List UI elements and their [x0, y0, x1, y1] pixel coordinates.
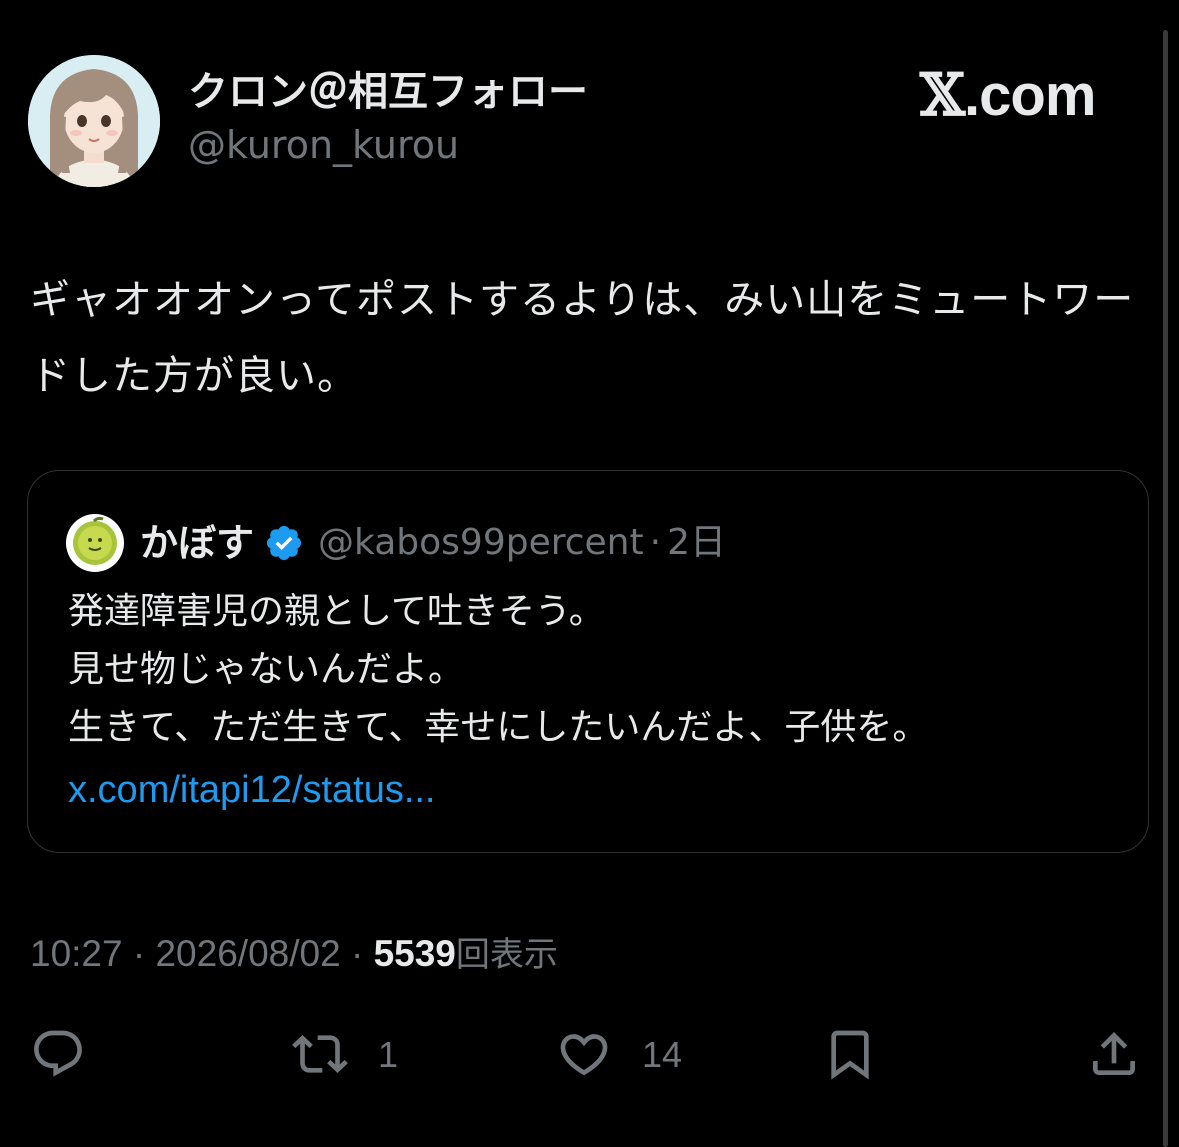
- quote-text: 発達障害児の親として吐きそう。 見せ物じゃないんだよ。 生きて、ただ生きて、幸せ…: [68, 583, 1128, 757]
- quote-author-handle[interactable]: @kabos99percent: [318, 515, 644, 571]
- quote-text-line: 発達障害児の親として吐きそう。: [68, 591, 605, 632]
- brand-logo: 𝕏.com: [920, 60, 1096, 131]
- verified-badge-icon: [266, 525, 302, 561]
- quote-text-line: 見せ物じゃないんだよ。: [68, 649, 465, 690]
- post-text: ギャオオオンってポストするよりは、みい山をミュートワードした方が良い。: [30, 277, 1135, 399]
- share-icon[interactable]: [1086, 1026, 1142, 1082]
- bookmark-icon[interactable]: [822, 1026, 878, 1082]
- quote-separator: ·: [649, 522, 662, 563]
- author-avatar[interactable]: [28, 55, 160, 187]
- quoted-post-card[interactable]: かぼす @kabos99percent · 2日 発達障害児の親として吐きそう。…: [27, 470, 1149, 853]
- meta-separator: ·: [132, 933, 146, 974]
- like-count: 14: [642, 1034, 683, 1075]
- meta-separator: ·: [350, 933, 364, 974]
- repost-count: 1: [378, 1034, 399, 1075]
- x-logo-icon: 𝕏: [920, 61, 965, 129]
- author-handle[interactable]: @kuron_kurou: [188, 120, 459, 170]
- heart-icon[interactable]: [556, 1026, 612, 1082]
- reply-icon[interactable]: [30, 1026, 86, 1082]
- brand-domain: .com: [964, 63, 1096, 128]
- quote-header: かぼす @kabos99percent · 2日: [140, 515, 726, 571]
- repost-icon[interactable]: [292, 1026, 348, 1082]
- post-date[interactable]: 2026/08/02: [155, 933, 340, 974]
- quote-author-name[interactable]: かぼす: [140, 515, 254, 571]
- post-meta: 10:27 · 2026/08/02 · 5539回表示: [30, 926, 558, 983]
- scrollbar[interactable]: [1163, 30, 1168, 1147]
- quote-timestamp[interactable]: 2日: [667, 515, 726, 571]
- avatar-illustration: [28, 55, 160, 187]
- views-count: 5539: [373, 933, 456, 974]
- author-display-name[interactable]: クロン＠相互フォロー: [188, 66, 588, 118]
- post-time[interactable]: 10:27: [30, 933, 123, 974]
- quote-link[interactable]: x.com/itapi12/status...: [68, 761, 436, 819]
- views-label: 回表示: [455, 935, 558, 975]
- quote-text-line: 生きて、ただ生きて、幸せにしたいんだよ、子供を。: [68, 707, 929, 748]
- quote-author-avatar[interactable]: [66, 514, 124, 572]
